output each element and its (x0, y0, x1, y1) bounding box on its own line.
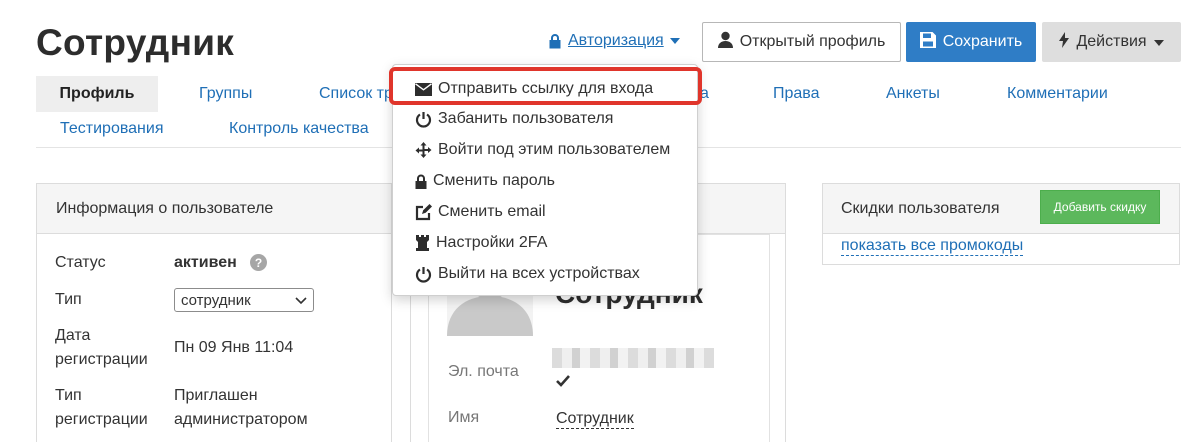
tab-list[interactable]: Список тр (319, 85, 393, 103)
menu-item-label: Выйти на всех устройствах (438, 265, 640, 282)
add-discount-button[interactable]: Добавить скидку (1040, 190, 1160, 224)
open-profile-label: Открытый профиль (739, 33, 886, 50)
move-icon (415, 141, 432, 159)
envelope-icon (415, 82, 432, 96)
caret-down-icon (1153, 33, 1164, 51)
menu-item-change-email[interactable]: Сменить email (415, 200, 546, 224)
menu-item-label: Настройки 2FA (436, 234, 548, 251)
menu-item-label: Сменить пароль (433, 172, 556, 189)
actions-dropdown-button[interactable]: Действия (1042, 22, 1181, 62)
lock-icon (415, 174, 427, 189)
tab-rights[interactable]: Права (773, 85, 820, 103)
authorization-dropdown-menu: Отправить ссылку для входа Забанить поль… (392, 64, 698, 296)
tab-profile[interactable]: Профиль (36, 76, 158, 112)
save-label: Сохранить (942, 33, 1023, 50)
tab-comments[interactable]: Комментарии (1007, 85, 1108, 103)
menu-item-label: Сменить email (438, 203, 546, 220)
chevron-down-icon (295, 292, 307, 309)
show-all-promocodes-link[interactable]: показать все промокоды (841, 236, 1024, 256)
menu-item-change-password[interactable]: Сменить пароль (415, 169, 555, 193)
caret-down-icon (669, 38, 680, 44)
menu-item-login-as-user[interactable]: Войти под этим пользователем (415, 138, 670, 162)
page-title: Сотрудник (36, 22, 235, 63)
reg-date-label-line1: Дата (55, 327, 91, 344)
status-value: активен (174, 254, 237, 271)
help-icon[interactable]: ? (250, 254, 267, 271)
type-select-value: сотрудник (181, 291, 251, 309)
email-label: Эл. почта (448, 363, 519, 380)
verified-check-icon (556, 374, 570, 392)
name-value[interactable]: Сотрудник (556, 409, 634, 429)
user-icon (717, 31, 733, 53)
lock-icon (548, 33, 562, 49)
reg-type-value-line1: Приглашен (174, 387, 258, 404)
reg-type-value-line2: администратором (174, 411, 308, 428)
edit-icon (415, 203, 432, 221)
type-label: Тип (55, 291, 82, 308)
reg-date-label-line2: регистрации (55, 351, 148, 368)
tab-groups[interactable]: Группы (199, 85, 252, 103)
bolt-icon (1059, 31, 1070, 53)
open-profile-button[interactable]: Открытый профиль (702, 22, 901, 62)
type-select[interactable]: сотрудник (174, 288, 314, 312)
email-value-blurred (552, 348, 714, 368)
actions-label: Действия (1076, 33, 1147, 50)
status-label: Статус (55, 254, 106, 271)
reg-date-value: Пн 09 Янв 11:04 (174, 339, 294, 356)
power-icon (415, 111, 432, 128)
floppy-icon (919, 31, 936, 53)
tab-testing[interactable]: Тестирования (60, 120, 164, 138)
reg-type-label-line2: регистрации (55, 411, 148, 428)
menu-item-label: Отправить ссылку для входа (438, 80, 654, 97)
discounts-panel-title: Скидки пользователя (841, 200, 1000, 217)
tab-quality-control[interactable]: Контроль качества (229, 120, 369, 138)
name-label: Имя (448, 409, 480, 426)
save-button[interactable]: Сохранить (906, 22, 1036, 62)
menu-item-label: Забанить пользователя (438, 110, 614, 127)
tab-partial[interactable]: а (700, 85, 709, 103)
tower-icon (415, 235, 430, 251)
authorization-dropdown-toggle[interactable]: Авторизация (548, 32, 680, 50)
power-icon (415, 266, 432, 283)
menu-item-logout-all-devices[interactable]: Выйти на всех устройствах (415, 262, 640, 286)
authorization-label: Авторизация (568, 32, 664, 49)
tab-surveys[interactable]: Анкеты (886, 85, 940, 103)
menu-item-2fa-settings[interactable]: Настройки 2FA (415, 231, 547, 255)
menu-item-ban-user[interactable]: Забанить пользователя (415, 107, 613, 131)
user-info-panel-title: Информация о пользователе (56, 200, 274, 217)
reg-type-label-line1: Тип (55, 387, 82, 404)
menu-item-send-login-link[interactable]: Отправить ссылку для входа (415, 77, 653, 101)
menu-item-label: Войти под этим пользователем (438, 141, 671, 158)
